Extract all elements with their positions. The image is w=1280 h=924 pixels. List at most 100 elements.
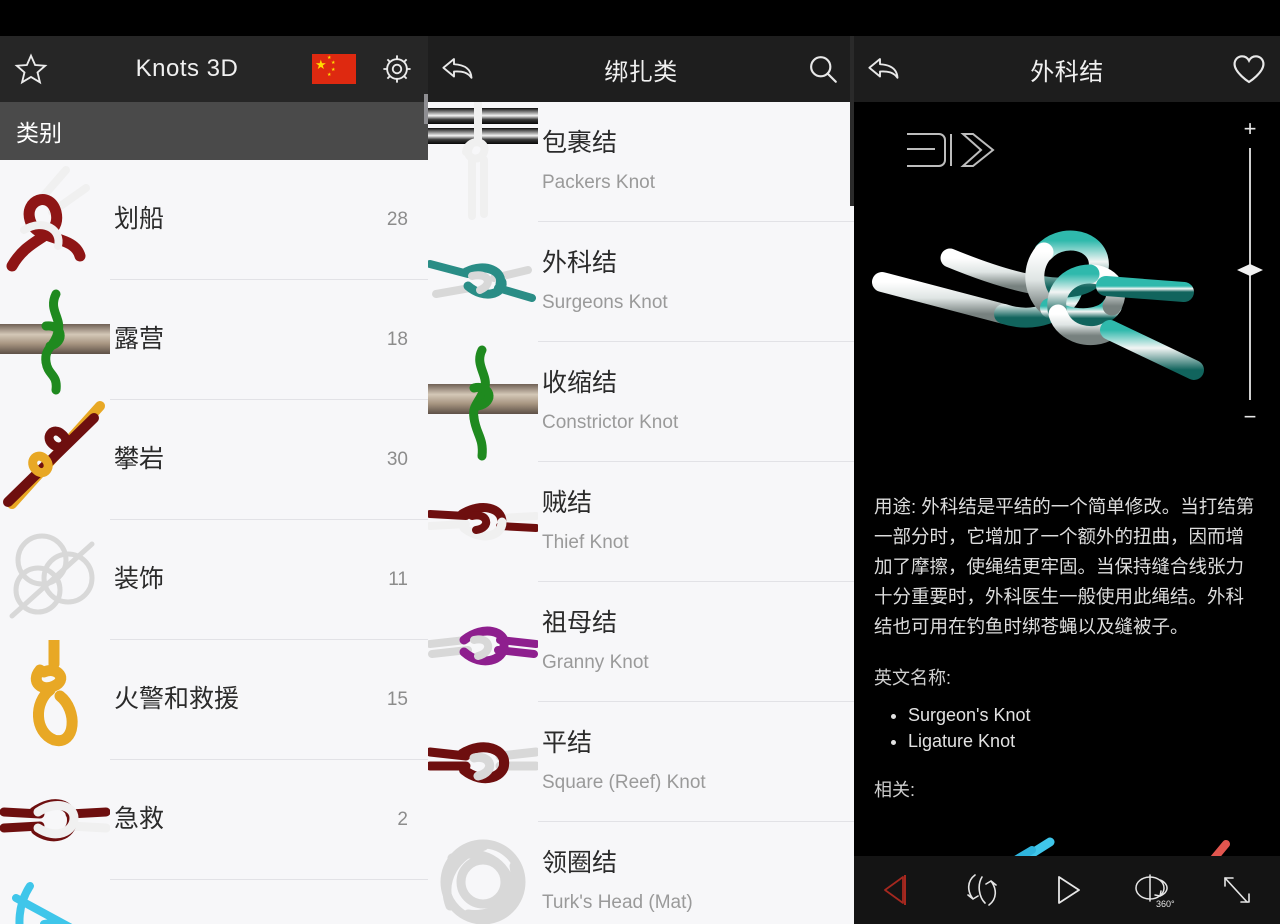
english-name-item: Surgeon's Knot bbox=[908, 702, 1260, 728]
knot-name-cn: 领圈结 bbox=[542, 849, 618, 878]
knot-name-cn: 贼结 bbox=[542, 489, 593, 518]
constrictor-knot-thumb bbox=[428, 342, 538, 462]
category-count: 2 bbox=[397, 809, 408, 830]
back-arrow-icon[interactable] bbox=[428, 36, 490, 102]
flip-rope-icon[interactable] bbox=[939, 856, 1024, 924]
granny-knot-thumb bbox=[428, 582, 538, 702]
category-count: 18 bbox=[386, 329, 408, 350]
knot-row[interactable]: 外科结 Surgeons Knot bbox=[428, 222, 854, 342]
knot-row[interactable]: 领圈结 Turk's Head (Mat) bbox=[428, 822, 854, 924]
category-label-wrap: 火警和救援 bbox=[110, 686, 377, 714]
related-label: 相关: bbox=[874, 780, 916, 801]
turks-head-mat-thumb bbox=[428, 822, 538, 924]
left-topbar: Knots 3D ★ ★ ★ ★ ★ bbox=[0, 36, 428, 102]
heart-icon[interactable] bbox=[1218, 36, 1280, 102]
skip-to-start-icon[interactable] bbox=[854, 856, 939, 924]
decorative-knot-thumb bbox=[0, 520, 110, 640]
knot-name-en: Thief Knot bbox=[542, 531, 629, 553]
search-icon[interactable] bbox=[792, 36, 854, 102]
knot-name-en: Square (Reef) Knot bbox=[542, 771, 706, 793]
playback-toolbar: 360° bbox=[854, 856, 1280, 924]
category-label-wrap: 急救 bbox=[110, 806, 387, 834]
category-row[interactable]: 火警和救援 15 bbox=[0, 640, 428, 760]
gear-icon[interactable] bbox=[366, 36, 428, 102]
first-aid-knot-thumb bbox=[0, 760, 110, 880]
knot-title: 外科结 bbox=[1030, 58, 1104, 86]
category-row[interactable]: 钓鱼23 bbox=[0, 880, 428, 924]
back-arrow-icon[interactable] bbox=[854, 36, 916, 102]
category-row[interactable]: 露营 18 bbox=[0, 280, 428, 400]
thief-knot-thumb bbox=[428, 462, 538, 582]
knot-3d-model[interactable] bbox=[854, 162, 1280, 462]
category-name: 装饰 bbox=[114, 565, 165, 594]
china-flag-icon[interactable]: ★ ★ ★ ★ ★ bbox=[312, 54, 356, 84]
category-row[interactable]: 攀岩 30 bbox=[0, 400, 428, 520]
play-icon[interactable] bbox=[1024, 856, 1109, 924]
knot-label-wrap: 贼结 Thief Knot bbox=[538, 490, 834, 554]
fullscreen-icon[interactable] bbox=[1195, 856, 1280, 924]
star-icon[interactable] bbox=[0, 36, 62, 102]
category-name: 划船 bbox=[114, 205, 165, 234]
camping-knot-thumb bbox=[0, 280, 110, 400]
category-name: 露营 bbox=[114, 325, 165, 354]
fishing-knot-thumb bbox=[0, 880, 110, 924]
rowing-knot-thumb bbox=[0, 160, 110, 280]
knot-label-wrap: 领圈结 Turk's Head (Mat) bbox=[538, 850, 834, 914]
category-name: 攀岩 bbox=[114, 445, 165, 474]
mid-title: 绑扎类 bbox=[604, 58, 678, 86]
category-label-wrap: 攀岩 bbox=[110, 446, 377, 474]
knot-name-cn: 包裹结 bbox=[542, 129, 618, 158]
zoom-slider-handle[interactable] bbox=[1235, 262, 1265, 278]
knot-row[interactable]: 包裹结 Packers Knot bbox=[428, 102, 854, 222]
square-reef-knot-thumb bbox=[428, 702, 538, 822]
zoom-slider[interactable]: + − bbox=[1235, 110, 1265, 440]
packers-knot-thumb bbox=[428, 102, 538, 222]
rotate-360-label: 360° bbox=[1156, 899, 1175, 909]
mid-topbar: 绑扎类 bbox=[428, 36, 854, 102]
zoom-in-label[interactable]: + bbox=[1235, 118, 1265, 140]
english-names-list: Surgeon's KnotLigature Knot bbox=[908, 702, 1260, 754]
categories-list[interactable]: 划船 28 露营 18 攀岩 30 装饰 11 火警和救援 15 急救 2 bbox=[0, 160, 428, 924]
app-root: Knots 3D ★ ★ ★ ★ ★ 类别 划船 28 露营 18 攀岩 30 … bbox=[0, 0, 1280, 924]
zoom-out-label[interactable]: − bbox=[1235, 406, 1265, 428]
knot-name-cn: 外科结 bbox=[542, 249, 618, 278]
english-name-item: Ligature Knot bbox=[908, 728, 1260, 754]
right-topbar: 外科结 bbox=[854, 36, 1280, 102]
knot-label-wrap: 外科结 Surgeons Knot bbox=[538, 250, 834, 314]
category-count: 28 bbox=[386, 209, 408, 230]
category-row[interactable]: 划船 28 bbox=[0, 160, 428, 280]
fire-rescue-knot-thumb bbox=[0, 640, 110, 760]
knot-detail-pane: 外科结 + − 用途: 外科结是平结的一个简单修改。当打结第一部分时，它增加了一… bbox=[854, 36, 1280, 924]
category-label-wrap: 装饰 bbox=[110, 566, 378, 594]
category-label-wrap: 露营 bbox=[110, 326, 377, 354]
category-row[interactable]: 装饰 11 bbox=[0, 520, 428, 640]
rotate-360-icon[interactable]: 360° bbox=[1110, 856, 1195, 924]
knot-name-cn: 祖母结 bbox=[542, 609, 618, 638]
knot-name-en: Constrictor Knot bbox=[542, 411, 679, 433]
categories-pane: Knots 3D ★ ★ ★ ★ ★ 类别 划船 28 露营 18 攀岩 30 … bbox=[0, 36, 428, 924]
category-count: 11 bbox=[388, 569, 408, 590]
knots-list[interactable]: 包裹结 Packers Knot 外科结 Surgeons Knot 收缩结 C… bbox=[428, 102, 854, 924]
knot-row[interactable]: 收缩结 Constrictor Knot bbox=[428, 342, 854, 462]
knot-usage-text: 用途: 外科结是平结的一个简单修改。当打结第一部分时，它增加了一个额外的扭曲，因… bbox=[874, 496, 1255, 637]
category-name: 火警和救援 bbox=[114, 685, 240, 714]
climbing-knot-thumb bbox=[0, 400, 110, 520]
category-name: 急救 bbox=[114, 805, 165, 834]
knot-name-en: Surgeons Knot bbox=[542, 291, 668, 313]
english-names-label: 英文名称: bbox=[874, 667, 952, 688]
knot-row[interactable]: 祖母结 Granny Knot bbox=[428, 582, 854, 702]
knot-row[interactable]: 贼结 Thief Knot bbox=[428, 462, 854, 582]
knot-label-wrap: 祖母结 Granny Knot bbox=[538, 610, 834, 674]
knot-label-wrap: 平结 Square (Reef) Knot bbox=[538, 730, 834, 794]
category-count: 30 bbox=[386, 449, 408, 470]
knot-row[interactable]: 平结 Square (Reef) Knot bbox=[428, 702, 854, 822]
knot-name-cn: 收缩结 bbox=[542, 369, 618, 398]
status-bar bbox=[0, 0, 1280, 36]
knot-description-panel[interactable]: 用途: 外科结是平结的一个简单修改。当打结第一部分时，它增加了一个额外的扭曲，因… bbox=[854, 476, 1280, 868]
surgeons-knot-thumb bbox=[428, 222, 538, 342]
app-title: Knots 3D bbox=[135, 55, 239, 82]
category-row[interactable]: 急救 2 bbox=[0, 760, 428, 880]
knot-label-wrap: 包裹结 Packers Knot bbox=[538, 130, 834, 194]
knots-list-pane: 绑扎类 包裹结 Packers Knot 外科结 Surgeons Knot 收… bbox=[428, 36, 854, 924]
category-label-wrap: 划船 bbox=[110, 206, 377, 234]
